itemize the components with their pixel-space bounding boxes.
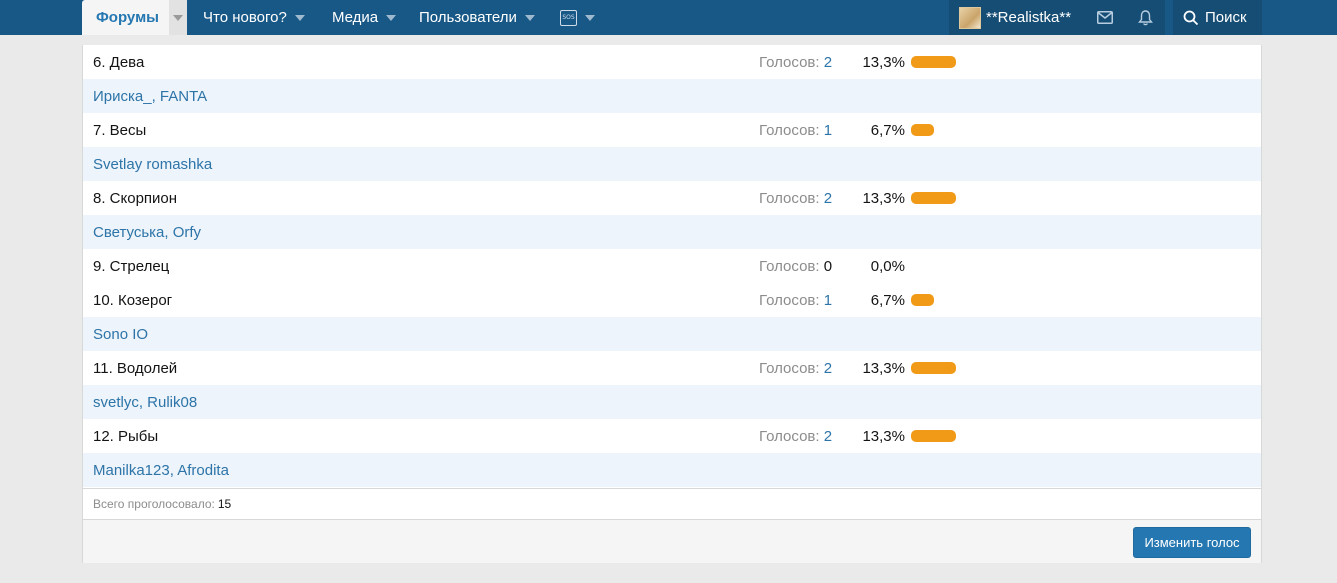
tab-forums-dropdown[interactable] (169, 0, 187, 35)
nav-media[interactable]: Медиа (332, 0, 397, 35)
tab-forums-label: Форумы (96, 9, 159, 26)
vote-count-value[interactable]: 1 (824, 122, 832, 139)
chevron-down-icon[interactable] (386, 14, 397, 21)
vote-count: Голосов: 2 (759, 360, 832, 377)
vote-count-label: Голосов: (759, 291, 820, 309)
option-label: 12. Рыбы (93, 427, 159, 445)
poll-results-panel: 6. Дева Голосов: 2 13,3% Ириска_, FANTA 7. В… (82, 45, 1262, 563)
option-label: 6. Дева (93, 53, 145, 71)
vote-count-value[interactable]: 2 (824, 428, 832, 445)
voters-row: svetlyc, Rulik08 (83, 385, 1261, 419)
chevron-down-icon (173, 14, 183, 21)
vote-percent: 13,3% (862, 359, 905, 377)
total-voters-label: Всего проголосовало: (93, 497, 215, 511)
alerts-button[interactable] (1125, 0, 1165, 35)
vote-count-value[interactable]: 2 (824, 360, 832, 377)
option-row: 11. Водолей Голосов: 2 13,3% (83, 351, 1261, 385)
vote-count: Голосов: 1 (759, 292, 832, 309)
vote-percent-bar (911, 430, 956, 442)
nav-users-label: Пользователи (419, 9, 517, 26)
vote-count: Голосов: 2 (759, 54, 832, 71)
vote-count-label: Голосов: (759, 53, 820, 71)
vote-percent-bar (911, 192, 956, 204)
vote-count: Голосов: 2 (759, 428, 832, 445)
chevron-down-icon[interactable] (585, 14, 595, 21)
option-row: 6. Дева Голосов: 2 13,3% (83, 45, 1261, 79)
option-row: 9. Стрелец Голосов: 0 0,0% (83, 249, 1261, 283)
voters-row: Svetlay romashka (83, 147, 1261, 181)
vote-count: Голосов: 0 (759, 258, 832, 275)
vote-percent: 6,7% (870, 121, 905, 139)
option-row: 10. Козерог Голосов: 1 6,7% (83, 283, 1261, 317)
vote-percent: 0,0% (870, 257, 905, 275)
voter-names[interactable]: Manilka123, Afrodita (93, 462, 229, 479)
change-vote-button[interactable]: Изменить голос (1133, 527, 1251, 558)
search-icon (1183, 10, 1199, 25)
option-label: 8. Скорпион (93, 189, 178, 207)
option-row: 7. Весы Голосов: 1 6,7% (83, 113, 1261, 147)
nav-users[interactable]: Пользователи (419, 0, 535, 35)
nav-whats-new[interactable]: Что нового? (203, 0, 305, 35)
vote-percent: 6,7% (870, 291, 905, 309)
voter-names[interactable]: Светуська, Orfy (93, 224, 201, 241)
search-button[interactable]: Поиск (1173, 0, 1262, 35)
vote-percent: 13,3% (862, 189, 905, 207)
voters-row: Sono IO (83, 317, 1261, 351)
voters-row: Manilka123, Afrodita (83, 453, 1261, 487)
option-row: 8. Скорпион Голосов: 2 13,3% (83, 181, 1261, 215)
voter-names[interactable]: svetlyc, Rulik08 (93, 394, 197, 411)
vote-count-label: Голосов: (759, 359, 820, 377)
bell-icon (1137, 9, 1153, 25)
option-label: 10. Козерог (93, 291, 173, 309)
option-label: 9. Стрелец (93, 257, 170, 275)
vote-count-value[interactable]: 1 (824, 292, 832, 309)
vote-count-value[interactable]: 2 (824, 54, 832, 71)
vote-percent: 13,3% (862, 427, 905, 445)
inbox-button[interactable] (1085, 0, 1125, 35)
nav-media-label: Медиа (332, 9, 379, 26)
top-navbar: Форумы Что нового? Медиа Пользователи SO… (0, 0, 1337, 35)
vote-percent-bar (911, 362, 956, 374)
option-row: 12. Рыбы Голосов: 2 13,3% (83, 419, 1261, 453)
vote-percent: 13,3% (862, 53, 905, 71)
chevron-down-icon[interactable] (524, 14, 535, 21)
vote-count-label: Голосов: (759, 121, 820, 139)
sos-icon: SOS (560, 9, 577, 26)
envelope-icon (1097, 11, 1113, 24)
vote-percent-bar (911, 124, 934, 136)
poll-footer: Изменить голос (83, 519, 1261, 563)
vote-percent-bar (911, 294, 934, 306)
vote-count-label: Голосов: (759, 189, 820, 207)
vote-count-label: Голосов: (759, 427, 820, 445)
voters-row: Светуська, Orfy (83, 215, 1261, 249)
vote-count: Голосов: 1 (759, 122, 832, 139)
total-voters-value: 15 (217, 497, 232, 511)
voter-names[interactable]: Sono IO (93, 326, 148, 343)
voter-names[interactable]: Ириска_, FANTA (93, 88, 207, 105)
chevron-down-icon[interactable] (294, 14, 305, 21)
username[interactable]: **Realistka** (986, 9, 1071, 26)
option-label: 11. Водолей (93, 359, 178, 377)
vote-count-value: 0 (823, 257, 833, 275)
vote-percent-bar (911, 56, 956, 68)
total-voters: Всего проголосовало: 15 (83, 488, 1261, 519)
tab-forums[interactable]: Форумы (82, 0, 187, 35)
avatar[interactable] (959, 6, 981, 29)
search-label: Поиск (1205, 9, 1247, 26)
vote-count-label: Голосов: (759, 257, 820, 275)
nav-sos[interactable]: SOS (560, 0, 595, 35)
vote-count-value[interactable]: 2 (824, 190, 832, 207)
voters-row: Ириска_, FANTA (83, 79, 1261, 113)
navbar-inner: Форумы Что нового? Медиа Пользователи SO… (82, 0, 1262, 35)
option-label: 7. Весы (93, 121, 147, 139)
voter-names[interactable]: Svetlay romashka (93, 156, 212, 173)
nav-whats-new-label: Что нового? (203, 9, 287, 26)
vote-count: Голосов: 2 (759, 190, 832, 207)
